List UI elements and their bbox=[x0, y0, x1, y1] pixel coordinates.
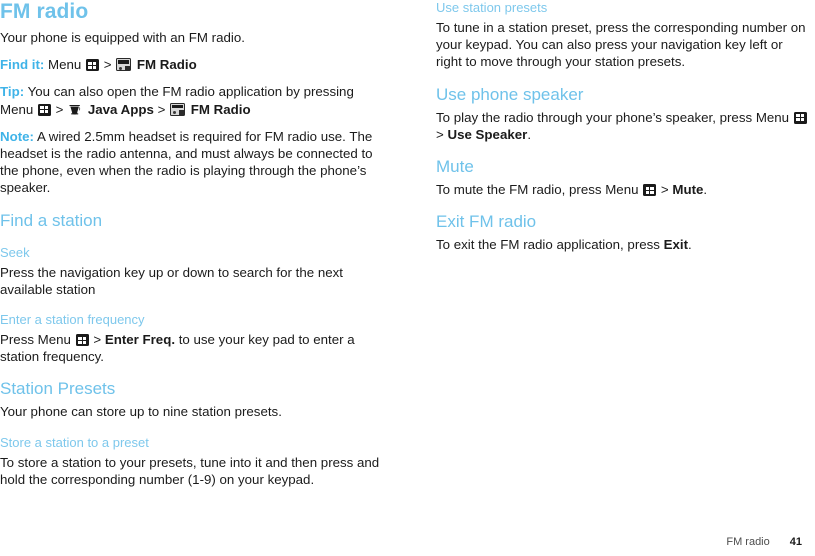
exit-period: . bbox=[688, 237, 692, 253]
footer-section-name: FM radio bbox=[726, 536, 770, 548]
heading-mute: Mute bbox=[436, 157, 474, 177]
find-it-menu-word: Menu bbox=[48, 57, 82, 73]
left-column: FM radio Your phone is equipped with an … bbox=[0, 0, 380, 498]
mute-body: To mute the FM radio, press Menu > Mute. bbox=[436, 181, 811, 198]
footer-page-number: 41 bbox=[789, 536, 802, 548]
menu-grid-icon bbox=[643, 184, 657, 197]
menu-grid-icon bbox=[85, 59, 99, 72]
page-title: FM radio bbox=[0, 0, 89, 23]
store-preset-body: To store a station to your presets, tune… bbox=[0, 454, 380, 487]
note-paragraph: Note: A wired 2.5mm headset is required … bbox=[0, 128, 380, 197]
tip-fm-radio: FM Radio bbox=[190, 101, 251, 117]
find-it-separator: > bbox=[103, 57, 112, 73]
enter-frequency-separator: > bbox=[93, 332, 102, 348]
tip-separator-1: > bbox=[55, 101, 64, 117]
seek-body: Press the navigation key up or down to s… bbox=[0, 264, 343, 297]
menu-grid-icon bbox=[37, 103, 51, 116]
heading-find-a-station: Find a station bbox=[0, 210, 103, 230]
mute-text-1: To mute the FM radio, press Menu bbox=[436, 182, 639, 198]
fm-radio-app-icon bbox=[116, 58, 132, 72]
enter-frequency-command: Enter Freq. bbox=[104, 332, 176, 348]
enter-frequency-body: Press Menu > Enter Freq. to use your key… bbox=[0, 331, 380, 365]
find-it-target: FM Radio bbox=[136, 57, 197, 73]
tip-paragraph: Tip: You can also open the FM radio appl… bbox=[0, 83, 380, 117]
find-it-label: Find it: bbox=[0, 57, 45, 73]
use-speaker-period: . bbox=[527, 126, 532, 142]
manual-page: FM radio Your phone is equipped with an … bbox=[0, 0, 815, 556]
tip-label: Tip: bbox=[0, 84, 25, 100]
note-text: A wired 2.5mm headset is required for FM… bbox=[0, 128, 373, 196]
heading-use-phone-speaker: Use phone speaker bbox=[436, 84, 584, 104]
subheading-use-station-presets: Use station presets bbox=[436, 0, 548, 15]
tip-separator-2: > bbox=[157, 101, 166, 117]
use-speaker-command: Use Speaker bbox=[447, 126, 528, 142]
menu-grid-icon bbox=[75, 334, 89, 347]
subheading-store-a-station-to-a-preset: Store a station to a preset bbox=[0, 434, 149, 450]
heading-exit-fm-radio: Exit FM radio bbox=[436, 212, 537, 232]
heading-station-presets: Station Presets bbox=[0, 379, 116, 399]
use-presets-body: To tune in a station preset, press the c… bbox=[436, 20, 806, 70]
mute-command: Mute bbox=[672, 182, 704, 198]
page-footer: FM radio 41 bbox=[0, 536, 802, 548]
java-apps-coffee-cup-icon bbox=[68, 103, 82, 116]
find-it-line: Find it: Menu > FM Radio bbox=[0, 56, 380, 73]
menu-grid-icon bbox=[793, 111, 807, 124]
station-presets-body: Your phone can store up to nine station … bbox=[0, 404, 282, 420]
use-speaker-text-1: To play the radio through your phone’s s… bbox=[436, 109, 790, 125]
exit-body: To exit the FM radio application, press … bbox=[436, 236, 811, 253]
note-label: Note: bbox=[0, 128, 34, 144]
mute-separator: > bbox=[660, 182, 669, 198]
subheading-enter-station-frequency: Enter a station frequency bbox=[0, 312, 145, 328]
mute-period: . bbox=[703, 182, 708, 198]
fm-radio-app-icon bbox=[170, 102, 186, 116]
right-column: Use station presets To tune in a station… bbox=[436, 0, 811, 263]
use-speaker-body: To play the radio through your phone’s s… bbox=[436, 109, 811, 143]
exit-command: Exit bbox=[663, 237, 689, 253]
intro-paragraph: Your phone is equipped with an FM radio. bbox=[0, 30, 245, 45]
enter-frequency-text-1: Press Menu bbox=[0, 332, 71, 348]
tip-java-apps: Java Apps bbox=[87, 101, 154, 117]
subheading-seek: Seek bbox=[0, 244, 30, 260]
use-speaker-separator: > bbox=[436, 126, 444, 142]
exit-text-1: To exit the FM radio application, press bbox=[436, 237, 660, 253]
